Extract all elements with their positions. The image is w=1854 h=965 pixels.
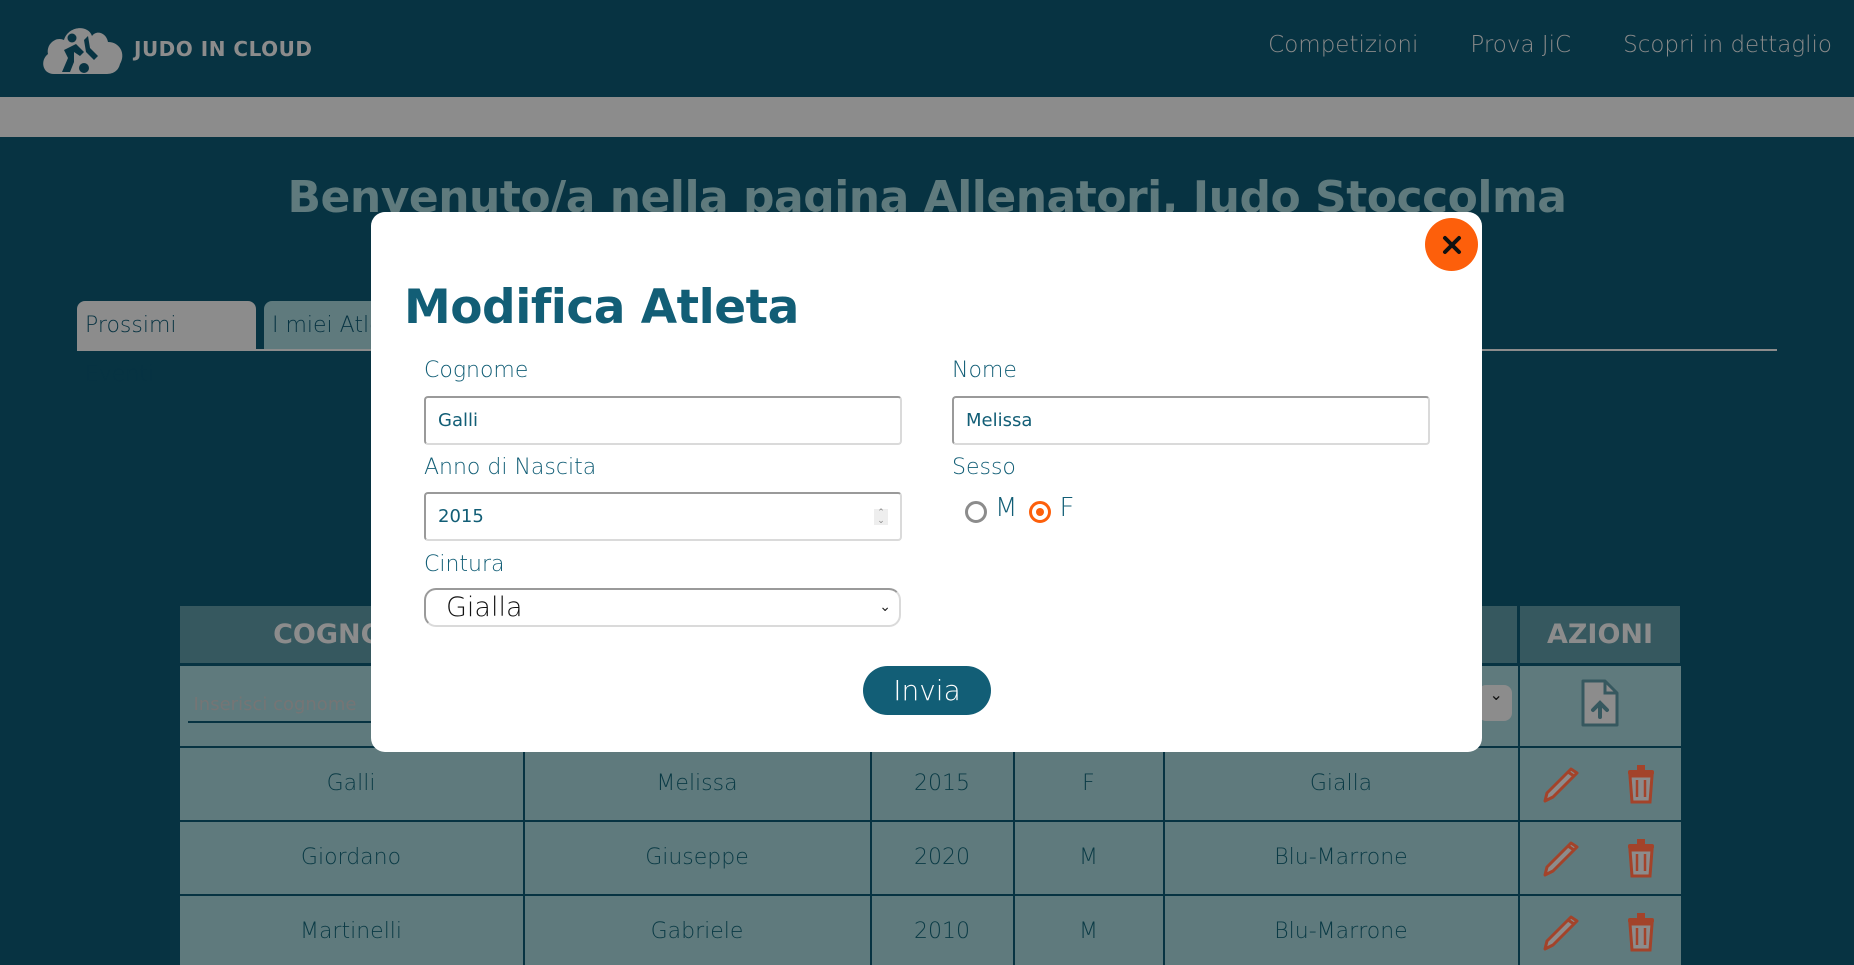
delete-trash-icon[interactable] <box>1620 911 1662 953</box>
upload-file-icon[interactable] <box>1579 677 1621 729</box>
cell-sesso: M <box>1012 893 1165 965</box>
cell-anno: 2010 <box>869 893 1015 965</box>
logo-text: JUDO IN CLOUD <box>134 36 313 61</box>
cell-azioni <box>1517 893 1683 965</box>
table-row: Martinelli Gabriele 2010 M Blu-Marrone <box>177 893 1683 965</box>
top-navbar: JUDO IN CLOUD Competizioni Prova JiC Sco… <box>0 0 1854 97</box>
cell-nome: Melissa <box>522 745 872 822</box>
sesso-label: Sesso <box>952 455 1016 480</box>
anno-label: Anno di Nascita <box>424 455 597 480</box>
cell-cintura: Blu-Marrone <box>1162 819 1520 896</box>
cell-cintura: Gialla <box>1162 745 1520 822</box>
logo[interactable]: JUDO IN CLOUD <box>40 22 312 75</box>
chevron-down-icon: ⌄ <box>879 599 891 615</box>
radio-m-label[interactable]: M <box>995 493 1017 523</box>
tab-prossimi-eventi[interactable]: Prossimi Eventi <box>77 301 256 387</box>
judo-cloud-logo-icon <box>43 28 123 74</box>
nome-label: Nome <box>952 358 1017 383</box>
header-azioni: AZIONI <box>1517 603 1683 666</box>
submit-button[interactable]: Invia <box>863 666 991 715</box>
cell-cintura: Blu-Marrone <box>1162 893 1520 965</box>
cintura-selected-value: Gialla <box>446 592 523 623</box>
sesso-radio-group: M F <box>965 493 1086 527</box>
cognome-filter-input[interactable] <box>187 688 373 724</box>
main-nav: Competizioni Prova JiC Scopri in dettagl… <box>1268 32 1832 58</box>
nome-input[interactable]: Melissa <box>952 396 1430 445</box>
edit-pencil-icon[interactable] <box>1539 837 1581 879</box>
filter-cell-azioni <box>1517 663 1683 748</box>
cognome-input[interactable]: Galli <box>424 396 902 445</box>
close-icon <box>1442 235 1461 254</box>
modal-close-button[interactable] <box>1425 218 1478 271</box>
cell-azioni <box>1517 819 1683 896</box>
cintura-select[interactable]: Gialla ⌄ <box>424 588 901 627</box>
cell-sesso: M <box>1012 819 1165 896</box>
radio-f-label[interactable]: F <box>1059 493 1074 523</box>
edit-pencil-icon[interactable] <box>1539 911 1581 953</box>
cell-azioni <box>1517 745 1683 822</box>
cell-anno: 2015 <box>869 745 1015 822</box>
nav-link-prova-jic[interactable]: Prova JiC <box>1470 32 1571 58</box>
sub-header-bar <box>0 97 1854 137</box>
modal-title: Modifica Atleta <box>404 280 799 335</box>
number-spinner-icon[interactable]: ⌃ ⌄ <box>874 509 888 526</box>
table-row: Galli Melissa 2015 F Gialla <box>177 745 1683 822</box>
delete-trash-icon[interactable] <box>1620 837 1662 879</box>
cell-nome: Giuseppe <box>522 819 872 896</box>
cell-nome: Gabriele <box>522 893 872 965</box>
tabs: Prossimi Eventi I miei Atleti <box>77 301 404 387</box>
radio-f[interactable] <box>1029 501 1052 523</box>
cintura-filter-select[interactable] <box>1477 684 1512 721</box>
radio-m[interactable] <box>965 501 987 523</box>
cell-cognome: Galli <box>177 745 525 822</box>
table-row: Giordano Giuseppe 2020 M Blu-Marrone <box>177 819 1683 896</box>
anno-number-input[interactable]: 2015 ⌃ ⌄ <box>424 492 902 541</box>
anno-value: 2015 <box>438 506 484 527</box>
delete-trash-icon[interactable] <box>1620 763 1662 805</box>
nav-link-competizioni[interactable]: Competizioni <box>1268 32 1418 58</box>
cell-cognome: Giordano <box>177 819 525 896</box>
cell-cognome: Martinelli <box>177 893 525 965</box>
cintura-label: Cintura <box>424 552 505 577</box>
nav-link-scopri[interactable]: Scopri in dettaglio <box>1623 32 1832 58</box>
cell-anno: 2020 <box>869 819 1015 896</box>
cell-sesso: F <box>1012 745 1165 822</box>
cognome-label: Cognome <box>424 358 529 383</box>
edit-pencil-icon[interactable] <box>1539 763 1581 805</box>
